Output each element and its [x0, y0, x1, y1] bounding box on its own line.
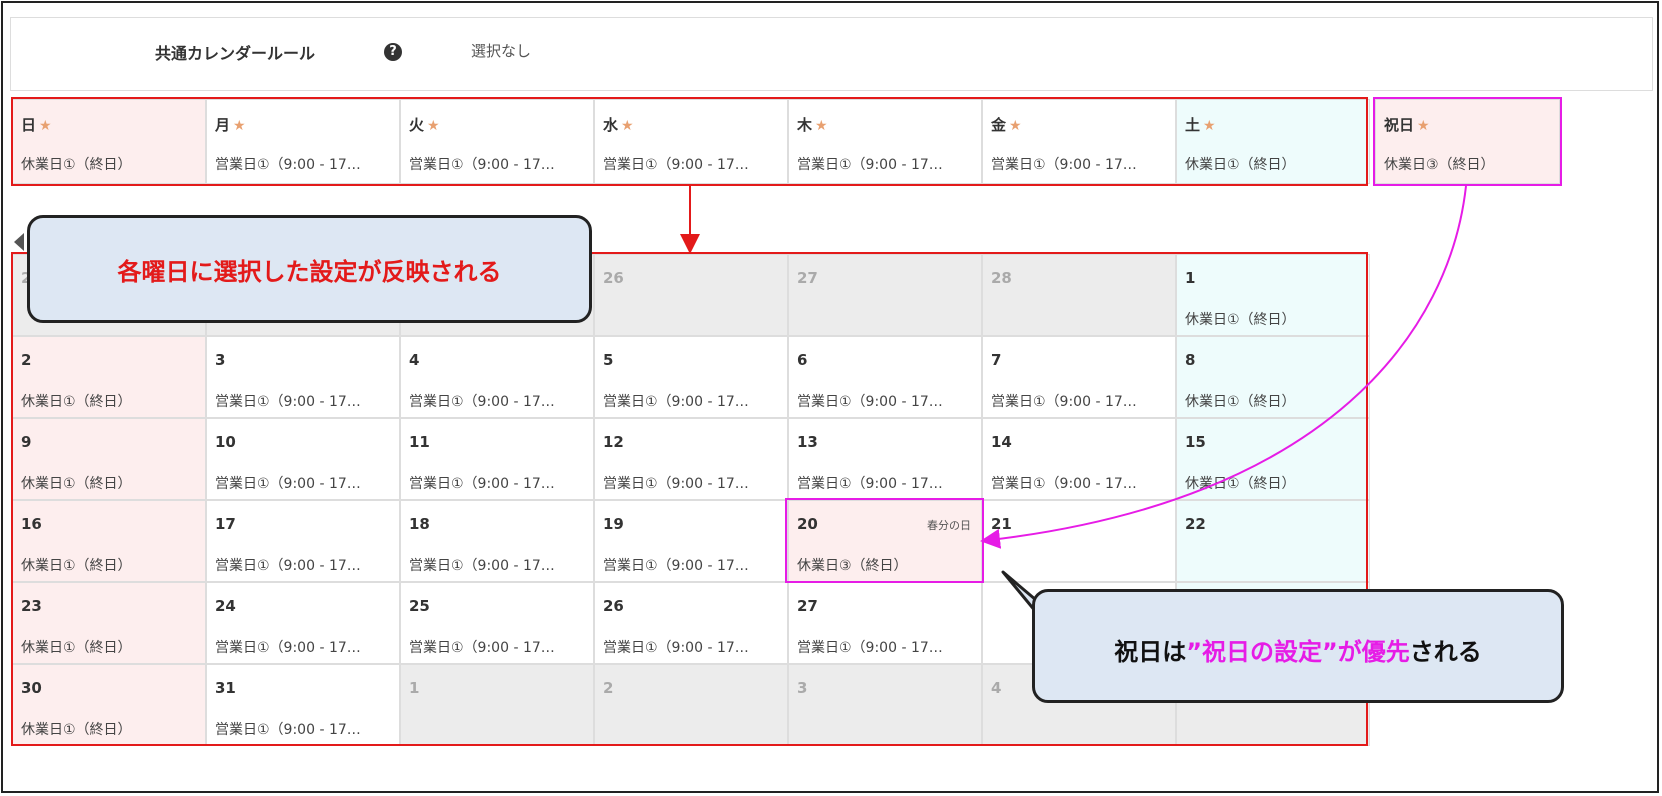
holiday-priority-arrow [980, 185, 1467, 549]
holiday-priority-post: される [1409, 638, 1482, 666]
holiday-priority-text: 祝日は”祝日の設定”が優先される [1035, 632, 1561, 667]
holiday-priority-callout: 祝日は”祝日の設定”が優先される [1032, 589, 1564, 703]
reflect-callout: 各曜日に選択した設定が反映される [27, 215, 592, 323]
reflect-callout-text: 各曜日に選択した設定が反映される [117, 258, 502, 286]
holiday-priority-emphasis: ”祝日の設定”が優先 [1186, 638, 1410, 666]
holiday-priority-pre: 祝日は [1114, 638, 1187, 666]
